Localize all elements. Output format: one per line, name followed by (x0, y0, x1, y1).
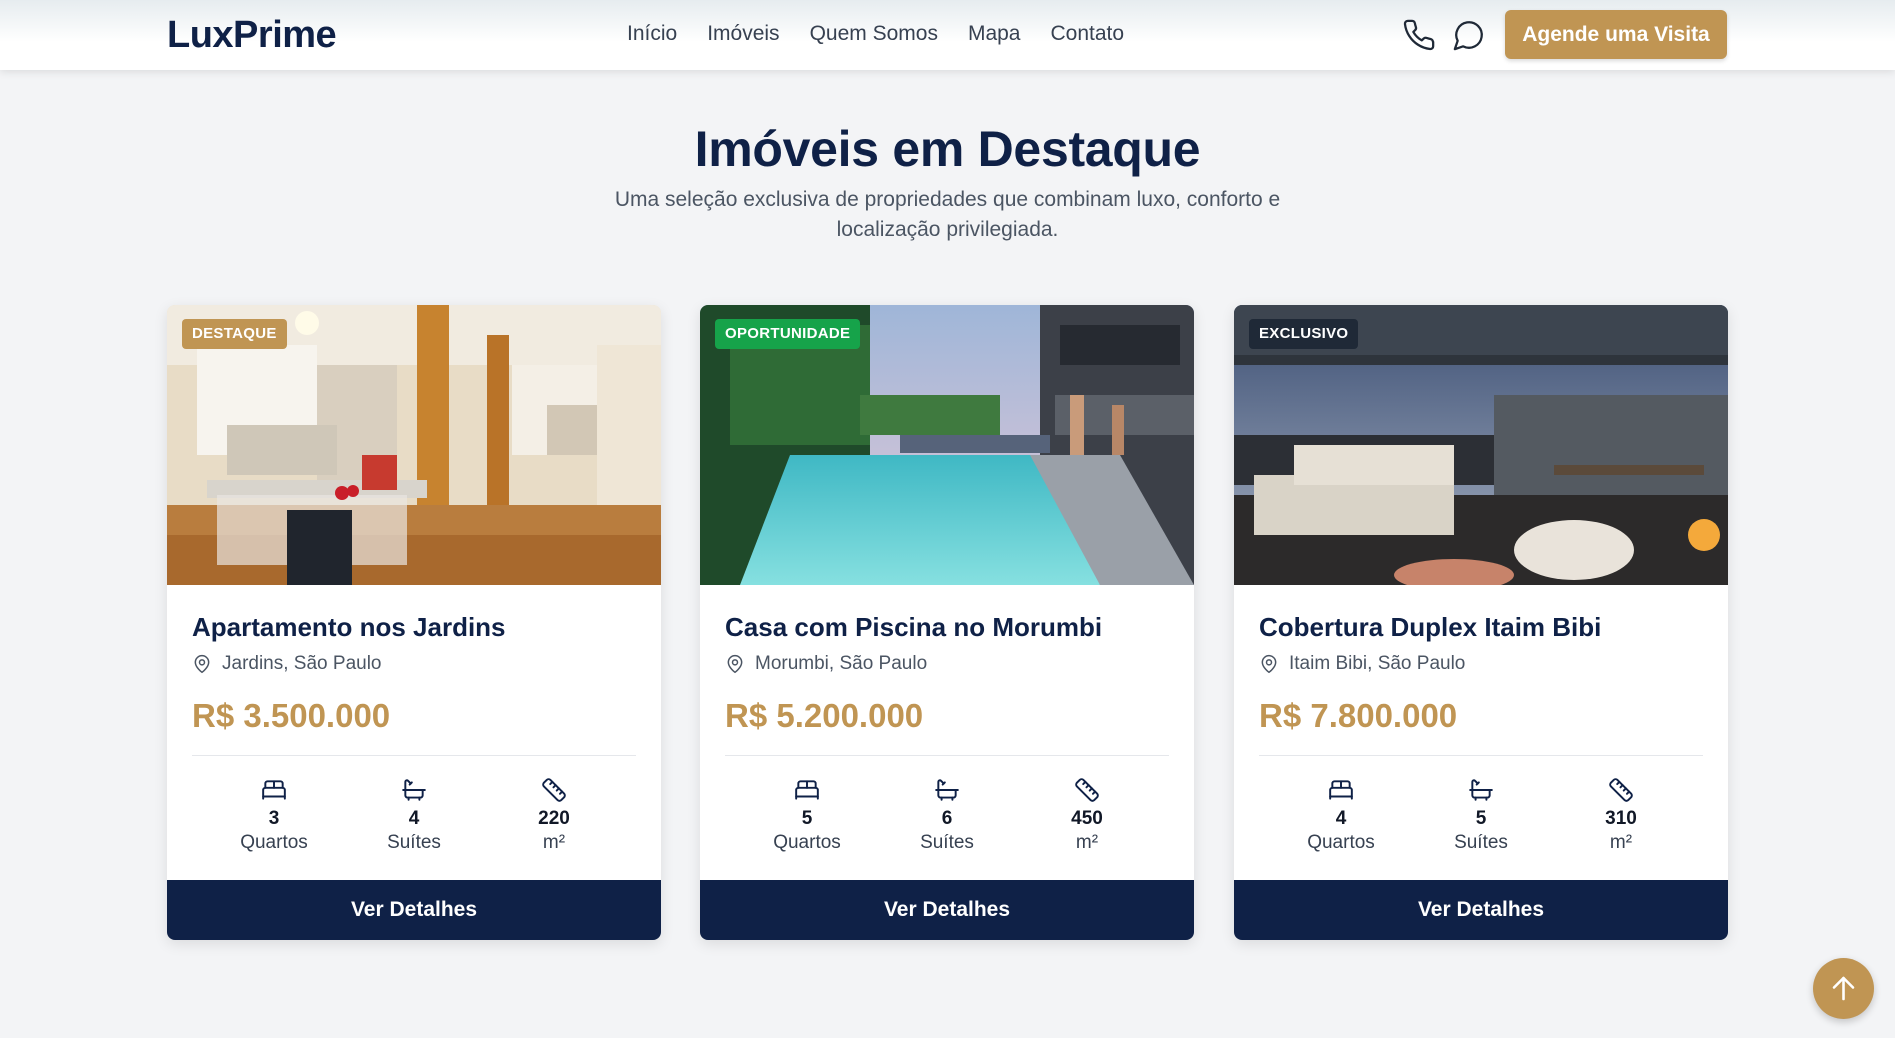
bedrooms-value: 3 (268, 808, 280, 829)
suites-label: Suítes (920, 832, 974, 853)
property-badge: EXCLUSIVO (1249, 319, 1359, 349)
property-location: Jardins, São Paulo (192, 653, 382, 675)
property-location: Itaim Bibi, São Paulo (1259, 653, 1465, 675)
feature-bedrooms: 4 Quartos (1271, 777, 1411, 855)
divider (1259, 755, 1703, 756)
feature-area: 220 m² (484, 777, 624, 855)
nav-inicio[interactable]: Início (627, 22, 677, 46)
bedrooms-value: 5 (801, 808, 813, 829)
property-card[interactable]: OPORTUNIDADE Casa com Piscina no Morumbi… (700, 305, 1194, 940)
feature-suites: 5 Suítes (1411, 777, 1551, 855)
divider (725, 755, 1169, 756)
property-image[interactable]: OPORTUNIDADE (700, 305, 1194, 585)
property-card[interactable]: DESTAQUE Apartamento nos Jardins Jardins… (167, 305, 661, 940)
schedule-visit-button[interactable]: Agende uma Visita (1505, 10, 1727, 59)
property-image[interactable]: EXCLUSIVO (1234, 305, 1728, 585)
bed-icon (262, 780, 286, 800)
chat-bubble-icon[interactable] (1452, 18, 1486, 52)
feature-area: 450 m² (1017, 777, 1157, 855)
view-details-button[interactable]: Ver Detalhes (1234, 880, 1728, 940)
nav-contato[interactable]: Contato (1050, 22, 1124, 46)
ruler-icon (1609, 778, 1633, 802)
bed-icon (795, 780, 819, 800)
bathtub-icon (1469, 779, 1493, 801)
property-price: R$ 7.800.000 (1259, 697, 1458, 734)
map-pin-icon (1261, 654, 1277, 674)
arrow-up-icon (1832, 976, 1855, 1001)
bedrooms-label: Quartos (773, 832, 841, 853)
area-value: 450 (1071, 808, 1103, 829)
divider (192, 755, 636, 756)
suites-label: Suítes (1454, 832, 1508, 853)
nav-quem-somos[interactable]: Quem Somos (810, 22, 938, 46)
suites-value: 6 (941, 808, 953, 829)
property-price: R$ 3.500.000 (192, 697, 391, 734)
view-details-button[interactable]: Ver Detalhes (167, 880, 661, 940)
section-title: Imóveis em Destaque (694, 121, 1201, 177)
nav-mapa[interactable]: Mapa (968, 22, 1021, 46)
bathtub-icon (935, 779, 959, 801)
area-label: m² (542, 832, 566, 853)
property-price: R$ 5.200.000 (725, 697, 924, 734)
suites-value: 5 (1475, 808, 1487, 829)
map-pin-icon (727, 654, 743, 674)
bedrooms-value: 4 (1335, 808, 1347, 829)
feature-suites: 4 Suítes (344, 777, 484, 855)
scroll-to-top-button[interactable] (1813, 958, 1874, 1019)
view-details-button[interactable]: Ver Detalhes (700, 880, 1194, 940)
bathtub-icon (402, 779, 426, 801)
area-label: m² (1075, 832, 1099, 853)
area-label: m² (1609, 832, 1633, 853)
property-card[interactable]: EXCLUSIVO Cobertura Duplex Itaim Bibi It… (1234, 305, 1728, 940)
area-value: 310 (1605, 808, 1637, 829)
area-value: 220 (538, 808, 570, 829)
phone-icon[interactable] (1402, 18, 1436, 52)
feature-bedrooms: 3 Quartos (204, 777, 344, 855)
location-text: Jardins, São Paulo (222, 653, 382, 674)
section-subtitle: Uma seleção exclusiva de propriedades qu… (614, 188, 1281, 241)
property-location: Morumbi, São Paulo (725, 653, 927, 675)
property-badge: DESTAQUE (182, 319, 287, 349)
bedrooms-label: Quartos (1307, 832, 1375, 853)
main-nav: Início Imóveis Quem Somos Mapa Contato (627, 22, 1154, 46)
site-header: LuxPrime Início Imóveis Quem Somos Mapa … (0, 0, 1895, 70)
feature-area: 310 m² (1551, 777, 1691, 855)
property-image[interactable]: DESTAQUE (167, 305, 661, 585)
ruler-icon (1075, 778, 1099, 802)
suites-value: 4 (408, 808, 420, 829)
location-text: Itaim Bibi, São Paulo (1289, 653, 1466, 674)
feature-bedrooms: 5 Quartos (737, 777, 877, 855)
suites-label: Suítes (387, 832, 441, 853)
property-title[interactable]: Apartamento nos Jardins (192, 612, 506, 643)
feature-suites: 6 Suítes (877, 777, 1017, 855)
nav-imoveis[interactable]: Imóveis (707, 22, 779, 46)
property-title[interactable]: Cobertura Duplex Itaim Bibi (1259, 612, 1601, 643)
logo[interactable]: LuxPrime (167, 14, 337, 57)
property-title[interactable]: Casa com Piscina no Morumbi (725, 612, 1102, 643)
bedrooms-label: Quartos (240, 832, 308, 853)
map-pin-icon (194, 654, 210, 674)
bed-icon (1329, 780, 1353, 800)
property-badge: OPORTUNIDADE (715, 319, 861, 349)
ruler-icon (542, 778, 566, 802)
location-text: Morumbi, São Paulo (755, 653, 928, 674)
